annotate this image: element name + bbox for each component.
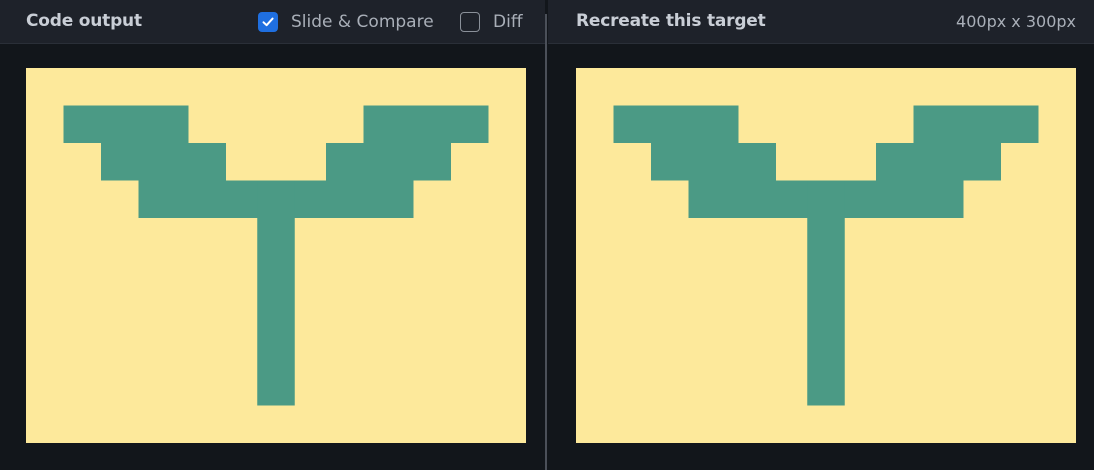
slide-compare-checkbox[interactable] (258, 12, 278, 32)
target-panel: Recreate this target 400px x 300px (548, 0, 1094, 470)
code-output-header: Code output Slide & Compare Diff (0, 0, 545, 44)
target-dimensions: 400px x 300px (956, 12, 1076, 31)
shape-block (63, 105, 189, 143)
code-output-render (63, 105, 489, 406)
slide-compare-label: Slide & Compare (291, 12, 434, 32)
shape-block (257, 180, 295, 406)
shape-block (913, 105, 1039, 143)
slide-compare-toggle[interactable]: Slide & Compare (258, 12, 434, 32)
tree-shape (613, 105, 1039, 406)
shape-block (101, 143, 226, 181)
diff-toggle[interactable]: Diff (460, 12, 523, 32)
code-output-canvas (26, 68, 526, 443)
check-icon (262, 17, 274, 27)
shape-block (363, 105, 489, 143)
code-output-panel: Code output Slide & Compare Diff (0, 0, 545, 470)
shape-block (807, 180, 845, 406)
app-root: Code output Slide & Compare Diff Recreat… (0, 0, 1094, 470)
tree-shape (63, 105, 489, 406)
target-render (613, 105, 1039, 406)
target-header: Recreate this target 400px x 300px (548, 0, 1094, 44)
shape-block (876, 143, 1001, 181)
shape-block (651, 143, 776, 181)
target-title: Recreate this target (576, 11, 766, 31)
panel-divider[interactable] (545, 14, 547, 470)
target-canvas (576, 68, 1076, 443)
diff-checkbox[interactable] (460, 12, 480, 32)
code-output-title: Code output (26, 11, 142, 31)
shape-block (613, 105, 739, 143)
diff-label: Diff (493, 12, 523, 32)
shape-block (326, 143, 451, 181)
